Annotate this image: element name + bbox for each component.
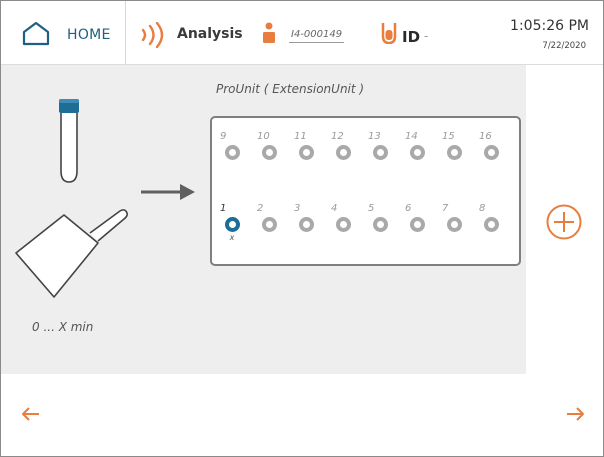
slot-number: 13	[368, 131, 381, 142]
slot-number: 16	[479, 131, 492, 142]
divider	[125, 1, 126, 64]
slot-11[interactable]: 11	[291, 130, 321, 160]
slot-indicator	[446, 145, 462, 160]
slot-4[interactable]: 4	[328, 202, 358, 232]
right-arrow-icon	[567, 407, 584, 421]
slot-1[interactable]: 1 x	[217, 202, 247, 242]
unit-title: ProUnit ( ExtensionUnit )	[216, 82, 365, 96]
slot-3[interactable]: 3	[291, 202, 321, 232]
slot-indicator	[224, 145, 240, 160]
slot-number: 8	[479, 203, 486, 214]
plus-circle-icon	[546, 204, 582, 240]
slot-indicator	[409, 145, 425, 160]
slot-8[interactable]: 8	[476, 202, 506, 232]
slot-indicator	[261, 217, 277, 232]
person-icon	[262, 22, 276, 48]
unit-slot-panel: 9 10 11 12 13 14 15 16 1 x 2 3 4 5 6 7 8	[210, 116, 521, 266]
slot-14[interactable]: 14	[402, 130, 432, 160]
slot-number: 11	[294, 131, 307, 142]
slot-number: 2	[257, 203, 264, 214]
slot-number: 12	[331, 131, 344, 142]
slot-indicator	[483, 145, 499, 160]
home-icon[interactable]	[22, 21, 50, 50]
slot-number: 10	[257, 131, 270, 142]
slot-number: 7	[442, 203, 449, 214]
slot-indicator-selected	[224, 217, 240, 232]
slot-indicator	[261, 145, 277, 160]
clock-date: 7/22/2020	[542, 41, 586, 51]
slot-indicator	[298, 217, 314, 232]
slot-indicator	[372, 145, 388, 160]
slot-13[interactable]: 13	[365, 130, 395, 160]
slot-5[interactable]: 5	[365, 202, 395, 232]
slot-indicator	[446, 217, 462, 232]
test-tube-icon	[55, 97, 83, 189]
slot-6[interactable]: 6	[402, 202, 432, 232]
clock-time: 1:05:26 PM	[510, 18, 589, 34]
next-button[interactable]	[566, 406, 586, 426]
duration-label: 0 ... X min	[32, 320, 94, 334]
home-button[interactable]: HOME	[67, 27, 111, 43]
test-tube-icon	[381, 22, 397, 48]
slot-10[interactable]: 10	[254, 130, 284, 160]
slot-15[interactable]: 15	[439, 130, 469, 160]
slot-number: 6	[405, 203, 412, 214]
sample-id-field[interactable]: I4-000149	[289, 29, 345, 43]
slot-number: 9	[220, 131, 227, 142]
slot-16[interactable]: 16	[476, 130, 506, 160]
analysis-label: Analysis	[177, 26, 243, 42]
id-label: ID	[402, 28, 421, 46]
slot-indicator	[409, 217, 425, 232]
signal-waves-icon	[140, 21, 168, 52]
add-unit-button[interactable]	[545, 203, 583, 245]
slot-indicator	[335, 217, 351, 232]
slot-number: 3	[294, 203, 301, 214]
slot-number: 1	[220, 203, 227, 214]
slot-7[interactable]: 7	[439, 202, 469, 232]
slot-indicator	[372, 217, 388, 232]
slot-indicator	[298, 145, 314, 160]
slot-mark: x	[229, 233, 235, 242]
slot-number: 15	[442, 131, 455, 142]
slot-number: 4	[331, 203, 338, 214]
slot-number: 5	[368, 203, 375, 214]
slot-indicator	[335, 145, 351, 160]
slot-number: 14	[405, 131, 418, 142]
left-arrow-icon	[22, 407, 39, 421]
id-value: -	[424, 29, 429, 43]
scoop-icon	[14, 205, 129, 304]
slot-12[interactable]: 12	[328, 130, 358, 160]
slot-9[interactable]: 9	[217, 130, 247, 160]
slot-indicator	[483, 217, 499, 232]
right-arrow-icon	[140, 183, 196, 205]
slot-2[interactable]: 2	[254, 202, 284, 232]
back-button[interactable]	[20, 406, 40, 426]
